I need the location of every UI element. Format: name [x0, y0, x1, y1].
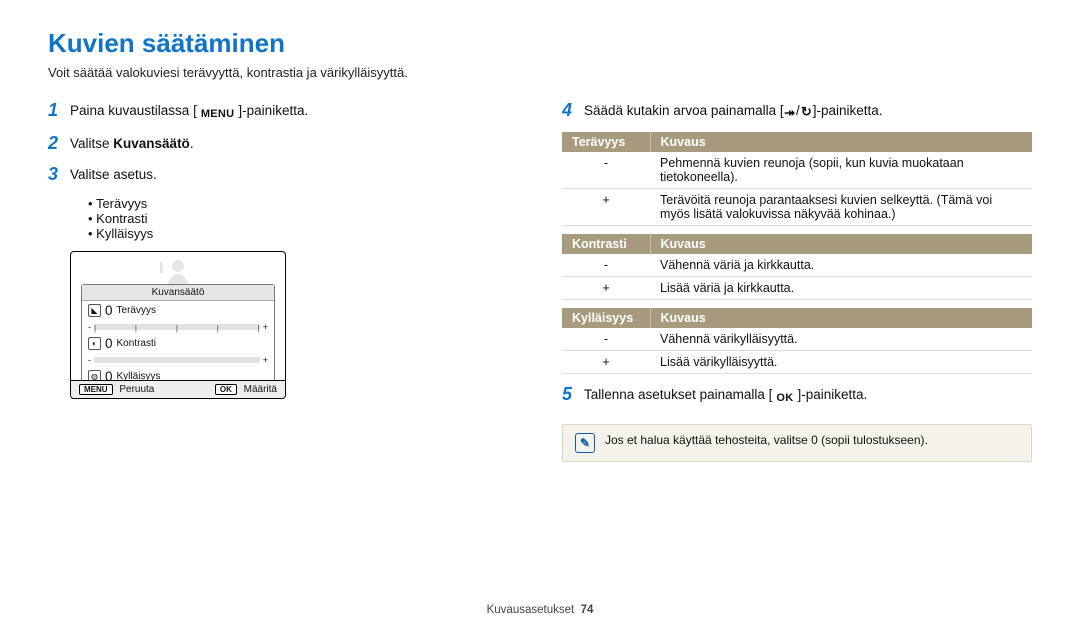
step-number: 5 [562, 384, 584, 406]
step-5: 5 Tallenna asetukset painamalla [OK]-pai… [562, 384, 1032, 407]
step-number: 4 [562, 100, 584, 122]
cancel-label: Peruuta [119, 384, 154, 395]
step-text: Säädä kutakin arvoa painamalla [ [584, 103, 784, 118]
row-label: Kontrasti [117, 338, 165, 349]
row-label: Terävyys [117, 305, 165, 316]
table-sharpness: Terävyys Kuvaus - Pehmennä kuvien reunoj… [562, 132, 1032, 226]
note-box: ✎ Jos et halua käyttää tehosteita, valit… [562, 424, 1032, 462]
col-header: Kontrasti [562, 234, 650, 254]
step-text: Tallenna asetukset painamalla [ [584, 387, 772, 402]
col-header: Terävyys [562, 132, 650, 152]
cell-key: - [562, 328, 650, 351]
col-header: Kylläisyys [562, 308, 650, 328]
right-column: 4 Säädä kutakin arvoa painamalla [⯮/↻]-p… [562, 100, 1032, 462]
step-text: ]-painiketta. [797, 387, 867, 402]
bullet-item: Terävyys [88, 196, 518, 211]
panel-row-sharpness: ◣ 0 Terävyys [82, 301, 274, 320]
cell-desc: Lisää väriä ja kirkkautta. [650, 276, 1032, 299]
cell-desc: Vähennä värikylläisyyttä. [650, 328, 1032, 351]
step-text: ]-painiketta. [238, 103, 308, 118]
table-row: + Lisää väriä ja kirkkautta. [562, 276, 1032, 299]
table-row: - Pehmennä kuvien reunoja (sopii, kun ku… [562, 152, 1032, 189]
table-contrast: Kontrasti Kuvaus - Vähennä väriä ja kirk… [562, 234, 1032, 300]
page-number: 74 [581, 604, 594, 616]
table-row: - Vähennä värikylläisyyttä. [562, 328, 1032, 351]
row-value: 0 [105, 303, 113, 318]
step-text: Valitse asetus. [70, 164, 157, 185]
camera-screen-illustration: Kuvansäätö ◣ 0 Terävyys -|||||+ ◐ 0 Kont… [70, 251, 286, 399]
option-bullets: Terävyys Kontrasti Kylläisyys [88, 196, 518, 241]
step-number: 3 [48, 164, 70, 186]
note-icon: ✎ [575, 433, 595, 453]
contrast-icon: ◐ [88, 337, 101, 350]
step-4: 4 Säädä kutakin arvoa painamalla [⯮/↻]-p… [562, 100, 1032, 122]
page-title: Kuvien säätäminen [48, 28, 1032, 59]
page-footer: Kuvausasetukset 74 [0, 604, 1080, 616]
step-2: 2 Valitse Kuvansäätö. [48, 133, 518, 155]
step-text: Valitse [70, 136, 113, 151]
menu-button-icon: MENU [79, 384, 113, 395]
step-text: Paina kuvaustilassa [ [70, 103, 197, 118]
ok-button-icon: OK [215, 384, 237, 395]
table-row: - Vähennä väriä ja kirkkautta. [562, 254, 1032, 277]
cell-key: - [562, 254, 650, 277]
panel-row-contrast: ◐ 0 Kontrasti [82, 334, 274, 353]
step-number: 1 [48, 100, 70, 122]
table-row: + Terävöitä reunoja parantaaksesi kuvien… [562, 188, 1032, 225]
screen-bottom-bar: MENU Peruuta OK Määritä [71, 380, 285, 398]
row-value: 0 [105, 336, 113, 351]
sharpness-icon: ◣ [88, 304, 101, 317]
panel-title: Kuvansäätö [82, 285, 274, 301]
col-header: Kuvaus [650, 234, 1032, 254]
cell-key: + [562, 350, 650, 373]
table-row: + Lisää värikylläisyyttä. [562, 350, 1032, 373]
table-saturation: Kylläisyys Kuvaus - Vähennä värikylläisy… [562, 308, 1032, 374]
cell-desc: Vähennä väriä ja kirkkautta. [650, 254, 1032, 277]
cell-desc: Lisää värikylläisyyttä. [650, 350, 1032, 373]
step-1: 1 Paina kuvaustilassa [MENU]-painiketta. [48, 100, 518, 123]
step-text: . [190, 136, 194, 151]
step-bold: Kuvansäätö [113, 136, 190, 151]
ok-label: Määritä [244, 384, 277, 395]
cell-key: + [562, 276, 650, 299]
note-text: Jos et halua käyttää tehosteita, valitse… [605, 433, 928, 447]
flash-icon: ⯮ [784, 104, 796, 119]
timer-icon: ↻ [800, 104, 813, 119]
ok-button-glyph: OK [772, 390, 797, 406]
col-header: Kuvaus [650, 132, 1032, 152]
menu-button-glyph: MENU [197, 107, 239, 123]
col-header: Kuvaus [650, 308, 1032, 328]
bullet-item: Kontrasti [88, 211, 518, 226]
left-column: 1 Paina kuvaustilassa [MENU]-painiketta.… [48, 100, 518, 462]
intro-text: Voit säätää valokuviesi terävyyttä, kont… [48, 65, 1032, 80]
footer-section: Kuvausasetukset [487, 604, 575, 616]
step-3: 3 Valitse asetus. [48, 164, 518, 186]
step-number: 2 [48, 133, 70, 155]
cell-desc: Terävöitä reunoja parantaaksesi kuvien s… [650, 188, 1032, 225]
step-text: ]-painiketta. [813, 103, 883, 118]
cell-key: + [562, 188, 650, 225]
cell-key: - [562, 152, 650, 189]
bullet-item: Kylläisyys [88, 226, 518, 241]
cell-desc: Pehmennä kuvien reunoja (sopii, kun kuvi… [650, 152, 1032, 189]
